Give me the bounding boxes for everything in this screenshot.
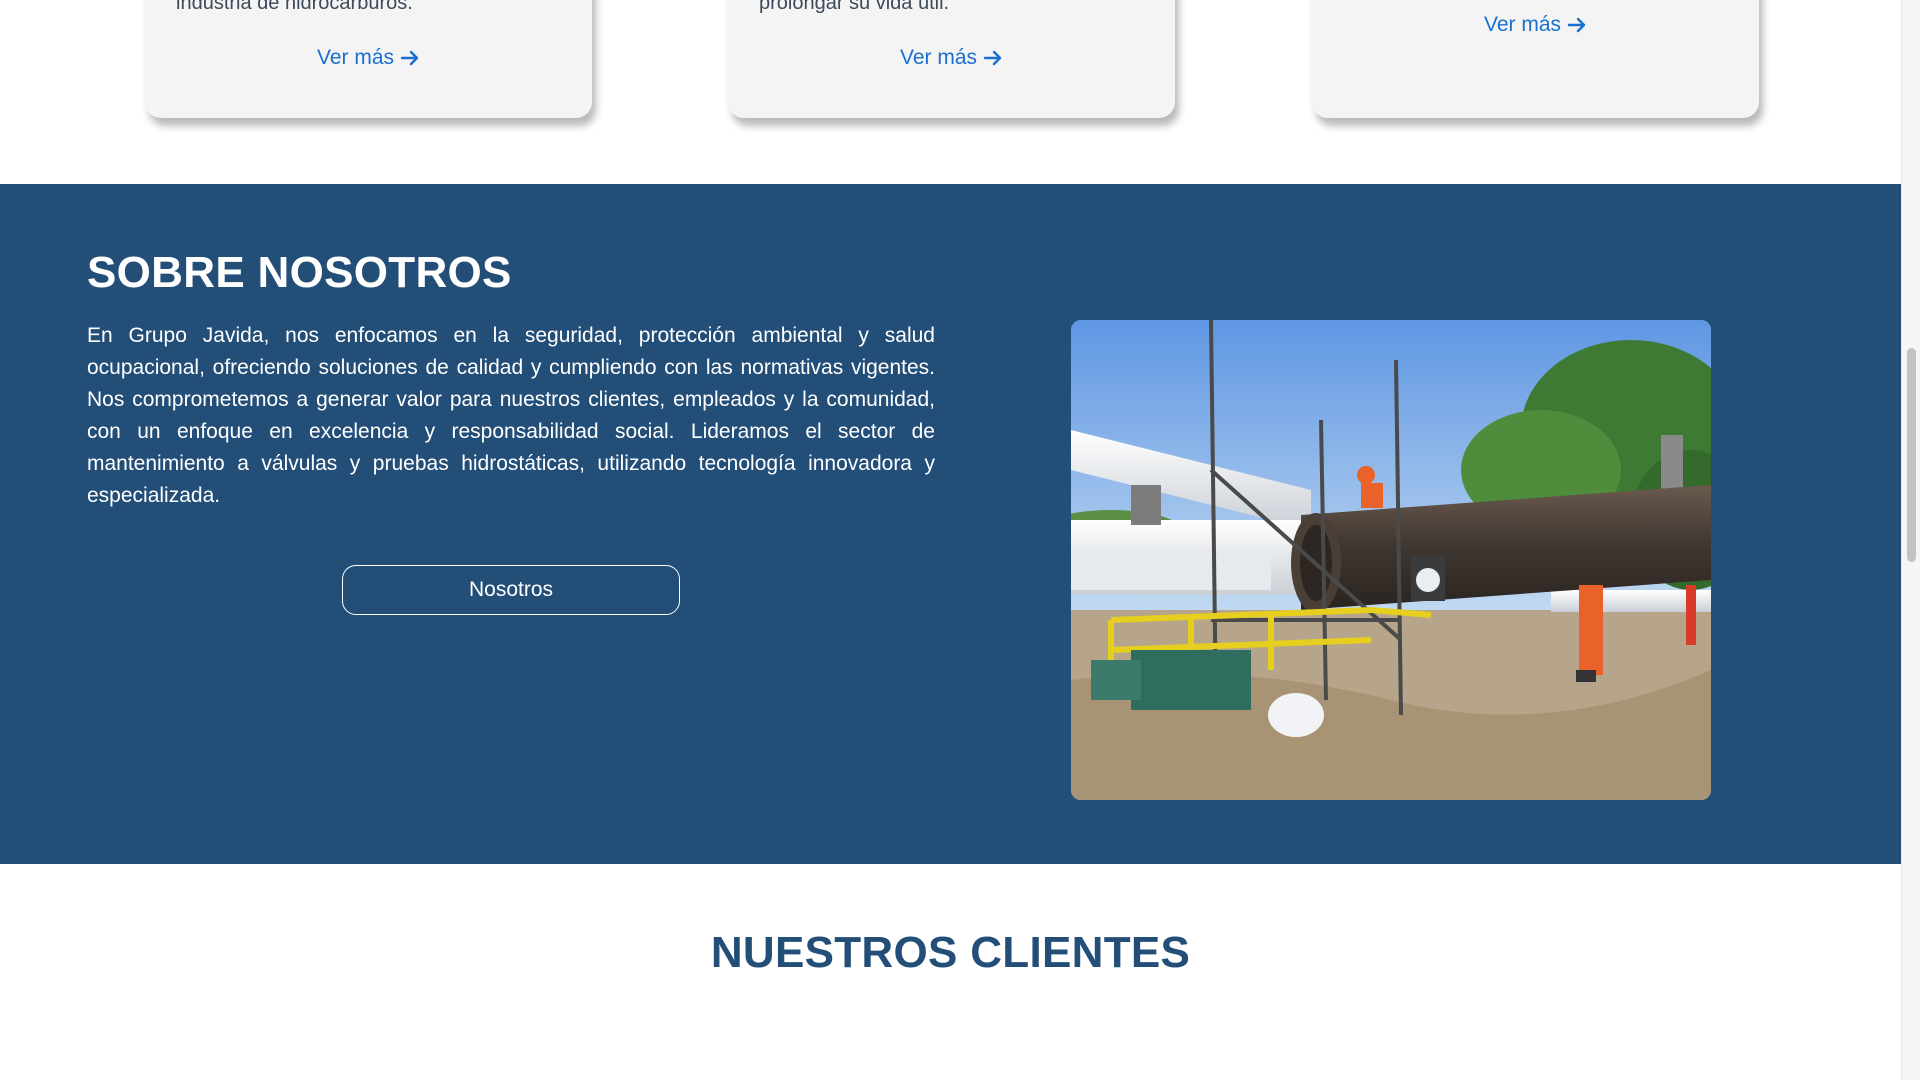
about-title: SOBRE NOSOTROS [87, 248, 512, 297]
ver-mas-link[interactable]: Ver más [728, 46, 1175, 70]
ver-mas-label: Ver más [316, 46, 395, 69]
page-scrollbar[interactable] [1901, 0, 1920, 1080]
scrollbar-thumb[interactable] [1907, 348, 1916, 562]
ver-mas-link[interactable]: Ver más [145, 46, 592, 70]
service-card: prolongar su vida útil. Ver más [728, 0, 1175, 118]
services-cards-section: industria de hidrocarburos. Ver más prol… [0, 0, 1900, 184]
service-card: industria de hidrocarburos. Ver más [145, 0, 592, 118]
ver-mas-link[interactable]: Ver más [1312, 13, 1759, 37]
pipeline-maintenance-photo [1071, 320, 1711, 800]
arrow-right-icon [1567, 17, 1586, 33]
about-description: En Grupo Javida, nos enfocamos en la seg… [87, 324, 935, 507]
service-card-text: industria de hidrocarburos. [176, 0, 413, 14]
arrow-right-icon [983, 50, 1002, 66]
service-card: Ver más [1312, 0, 1759, 118]
ver-mas-label: Ver más [899, 46, 978, 69]
about-section: SOBRE NOSOTROS En Grupo Javida, nos enfo… [0, 184, 1901, 864]
nosotros-button[interactable]: Nosotros [342, 565, 680, 615]
service-card-text: prolongar su vida útil. [759, 0, 950, 14]
arrow-right-icon [400, 50, 419, 66]
ver-mas-label: Ver más [1483, 13, 1562, 36]
clients-title: NUESTROS CLIENTES [710, 928, 1191, 977]
